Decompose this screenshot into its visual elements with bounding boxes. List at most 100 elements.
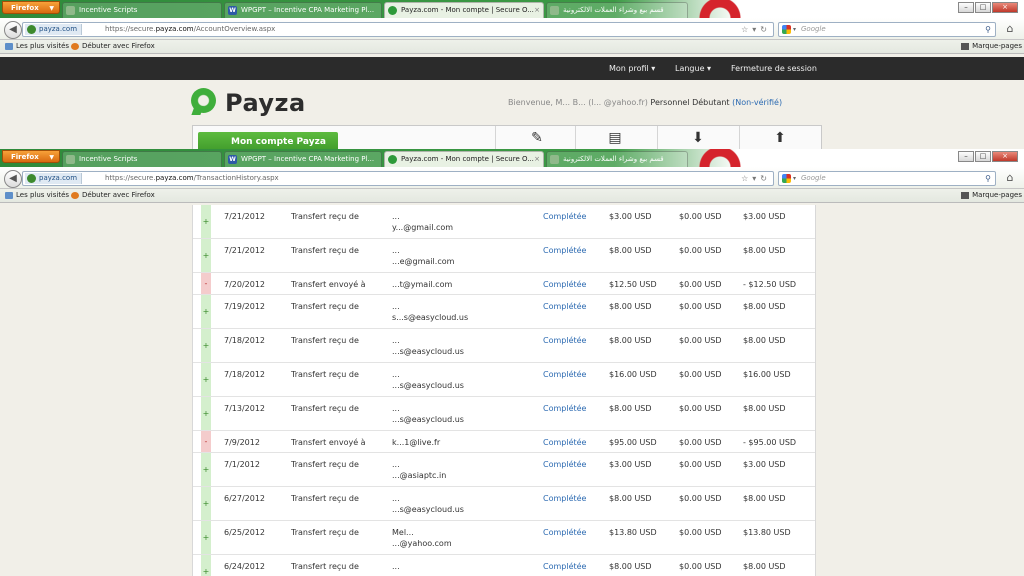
transaction-fee: $0.00 USD [679, 212, 722, 221]
transaction-type: Transfert reçu de [291, 336, 359, 345]
table-row[interactable]: +7/13/2012 Transfert reçu de ... ...s@easyc… [193, 397, 815, 431]
payza-logo-icon [191, 88, 216, 113]
transaction-net: $13.80 USD [743, 528, 791, 537]
tab-incentive-scripts[interactable]: Incentive Scripts [62, 151, 222, 167]
transaction-status-link[interactable]: Complétée [543, 404, 586, 413]
firefox-menu-button[interactable]: Firefox ▼ [2, 150, 60, 163]
tab-payza-history[interactable]: Payza.com - Mon compte | Secure O... × [384, 151, 544, 167]
transaction-status-link[interactable]: Complétée [543, 246, 586, 255]
back-arrow-icon[interactable]: ◀ [4, 170, 22, 188]
transaction-date: 7/1/2012 [224, 460, 260, 469]
home-icon[interactable]: ⌂ [1001, 22, 1019, 37]
close-icon[interactable]: × [534, 152, 540, 167]
table-row[interactable]: +7/1/2012 Transfert reçu de ... ...@asiaptc… [193, 453, 815, 487]
withdraw-icon[interactable]: ⬆ [771, 130, 789, 146]
table-row[interactable]: +7/18/2012 Transfert reçu de ... ...s@easyc… [193, 329, 815, 363]
search-bar[interactable]: ▾ Google ⚲ [778, 171, 996, 186]
reload-icon[interactable]: ☆▾↻ [741, 23, 771, 36]
minimize-icon[interactable]: – [958, 151, 974, 162]
minimize-icon[interactable]: – [958, 2, 974, 13]
transaction-fee: $0.00 USD [679, 404, 722, 413]
transaction-status-link[interactable]: Complétée [543, 528, 586, 537]
back-arrow-icon[interactable]: ◀ [4, 21, 22, 39]
deposit-icon[interactable]: ⬇ [689, 130, 707, 146]
bookmarks-menu[interactable]: Marque-pages [960, 189, 1022, 202]
maximize-icon[interactable]: □ [975, 2, 991, 13]
transaction-type: Transfert reçu de [291, 460, 359, 469]
profile-menu[interactable]: Mon profil ▾ [609, 57, 655, 80]
caret-down-icon[interactable]: ▾ [793, 23, 796, 36]
transaction-type: Transfert reçu de [291, 246, 359, 255]
transaction-party: ... [392, 562, 400, 571]
transaction-status-link[interactable]: Complétée [543, 562, 586, 571]
table-row[interactable]: +7/19/2012 Transfert reçu de ... s...s@easy… [193, 295, 815, 329]
wordpress-icon: W [228, 6, 237, 15]
google-icon [782, 174, 791, 183]
bookmark-getting-started[interactable]: Débuter avec Firefox [70, 189, 155, 202]
transaction-amount: $12.50 USD [609, 280, 657, 289]
search-icon[interactable]: ⚲ [985, 172, 991, 185]
request-money-icon[interactable]: ▤ [606, 130, 624, 146]
close-icon[interactable]: × [534, 3, 540, 18]
transaction-amount: $3.00 USD [609, 460, 652, 469]
bookmark-getting-started[interactable]: Débuter avec Firefox [70, 40, 155, 53]
table-row[interactable]: +6/25/2012 Transfert reçu de Mel... ...@yah… [193, 521, 815, 555]
close-window-icon[interactable]: × [992, 151, 1018, 162]
verification-link[interactable]: (Non-vérifié) [732, 98, 782, 107]
transaction-status-link[interactable]: Complétée [543, 438, 586, 447]
credit-indicator: + [201, 453, 211, 486]
transaction-status-link[interactable]: Complétée [543, 336, 586, 345]
bookmarks-menu[interactable]: Marque-pages [960, 40, 1022, 53]
firefox-menu-button[interactable]: Firefox ▼ [2, 1, 60, 14]
transaction-fee: $0.00 USD [679, 370, 722, 379]
bookmark-most-visited[interactable]: Les plus visités [4, 40, 69, 53]
maximize-icon[interactable]: □ [975, 151, 991, 162]
table-row[interactable]: +7/21/2012 Transfert reçu de ... y...@gmail… [193, 205, 815, 239]
table-row[interactable]: - 7/9/2012 Transfert envoyé à k...1@live.fr… [193, 431, 815, 453]
transaction-status-link[interactable]: Complétée [543, 302, 586, 311]
close-window-icon[interactable]: × [992, 2, 1018, 13]
language-menu[interactable]: Langue ▾ [675, 57, 711, 80]
table-row[interactable]: +6/24/2012 Transfert reçu de... Complétée $… [193, 555, 815, 576]
transaction-status-link[interactable]: Complétée [543, 212, 586, 221]
transaction-status-link[interactable]: Complétée [543, 370, 586, 379]
transaction-date: 7/19/2012 [224, 302, 266, 311]
payza-icon [388, 6, 397, 15]
transaction-status-link[interactable]: Complétée [543, 280, 586, 289]
table-row[interactable]: - 7/20/2012 Transfert envoyé à ...t@ymail.c… [193, 273, 815, 295]
table-row[interactable]: +6/27/2012 Transfert reçu de ... ...s@easyc… [193, 487, 815, 521]
address-bar[interactable]: payza.com https://secure.payza.com/Accou… [22, 22, 774, 37]
search-bar[interactable]: ▾ Google ⚲ [778, 22, 996, 37]
send-money-icon[interactable]: ✎ [528, 130, 546, 146]
search-icon[interactable]: ⚲ [985, 23, 991, 36]
transaction-type: Transfert envoyé à [291, 280, 366, 289]
table-row[interactable]: +7/21/2012 Transfert reçu de ... ...e@gmail… [193, 239, 815, 273]
firefox-icon [71, 43, 79, 50]
tab-arabic-forum[interactable]: قسم بيع وشراء العملات الالكترونية [546, 151, 688, 167]
transaction-table: +7/21/2012 Transfert reçu de ... y...@gmail… [192, 205, 816, 576]
reload-icon[interactable]: ☆▾↻ [741, 172, 771, 185]
tab-bar: Firefox ▼ Incentive Scripts W WPGPT – Ince… [0, 149, 1024, 167]
tab-incentive-scripts[interactable]: Incentive Scripts [62, 2, 222, 18]
address-bar[interactable]: payza.com https://secure.payza.com/Trans… [22, 171, 774, 186]
credit-indicator: + [201, 487, 211, 520]
site-icon [27, 174, 36, 183]
site-identity[interactable]: payza.com [25, 173, 83, 184]
tab-payza-account[interactable]: Payza.com - Mon compte | Secure O... × [384, 2, 544, 18]
bookmark-most-visited[interactable]: Les plus visités [4, 189, 69, 202]
caret-down-icon[interactable]: ▾ [793, 172, 796, 185]
credit-indicator: + [201, 205, 211, 238]
window-controls: – □ × [958, 2, 1018, 13]
tab-wpgpt[interactable]: W WPGPT – Incentive CPA Marketing Pl... [224, 151, 382, 167]
home-icon[interactable]: ⌂ [1001, 171, 1019, 186]
credit-indicator: + [201, 555, 211, 576]
table-row[interactable]: +7/18/2012 Transfert reçu de ... ...s@easyc… [193, 363, 815, 397]
main-menu: Mon compte Payza ✎ ▤ ⬇ ⬆ [192, 125, 822, 152]
logout-link[interactable]: Fermeture de session [731, 57, 817, 80]
site-identity[interactable]: payza.com [25, 24, 83, 35]
tab-wpgpt[interactable]: W WPGPT – Incentive CPA Marketing Pl... [224, 2, 382, 18]
transaction-status-link[interactable]: Complétée [543, 460, 586, 469]
transaction-status-link[interactable]: Complétée [543, 494, 586, 503]
transaction-fee: $0.00 USD [679, 280, 722, 289]
tab-arabic-forum[interactable]: قسم بيع وشراء العملات الالكترونية [546, 2, 688, 18]
